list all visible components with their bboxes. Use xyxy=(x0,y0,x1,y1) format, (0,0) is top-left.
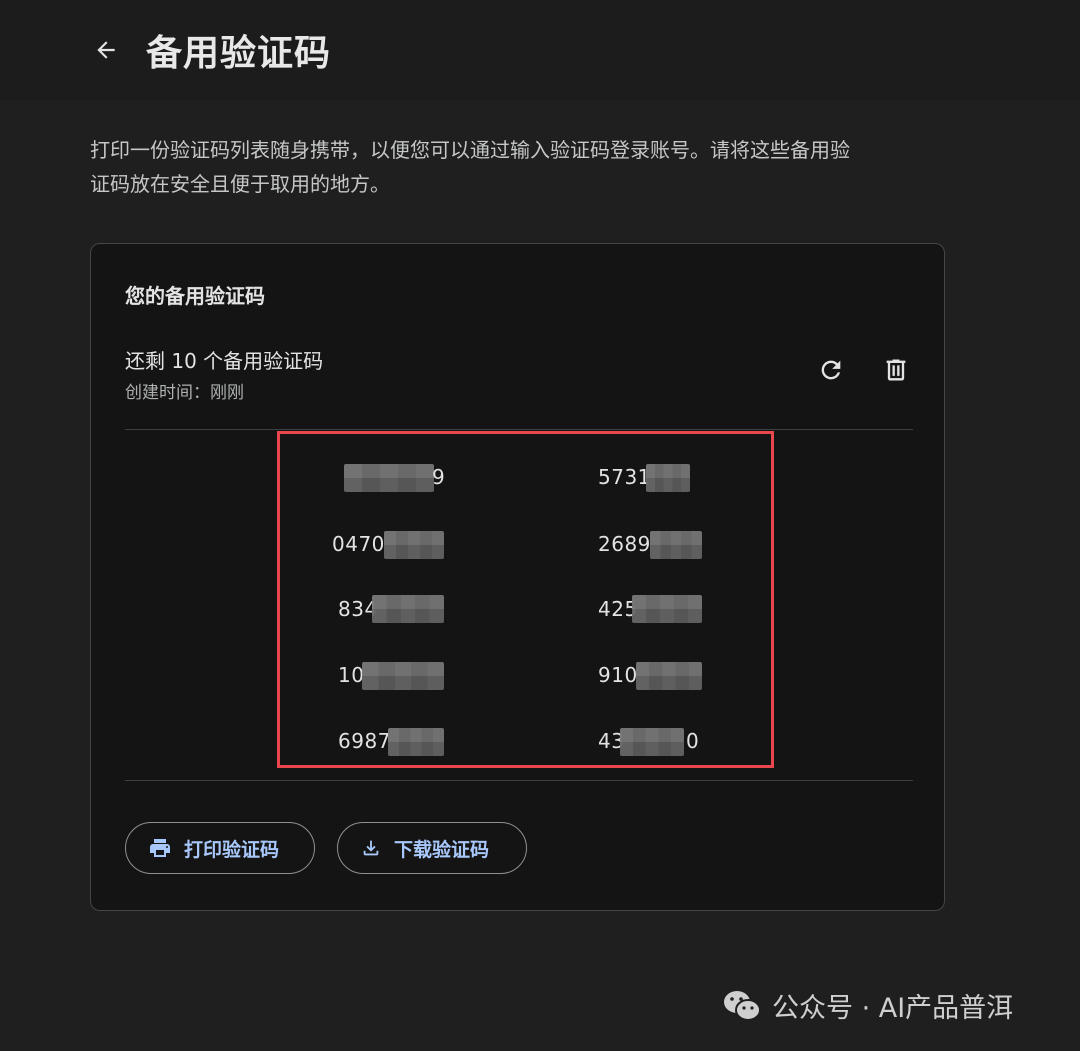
trash-icon xyxy=(886,359,906,381)
wechat-icon xyxy=(724,990,761,1021)
redacted-mosaic xyxy=(620,728,684,756)
redacted-mosaic xyxy=(372,595,444,623)
backup-code: 0470 xyxy=(332,532,385,556)
redacted-mosaic xyxy=(636,662,702,690)
backup-code-suffix: 0 xyxy=(686,729,700,753)
redacted-mosaic xyxy=(344,464,434,492)
backup-code: 910 xyxy=(598,663,638,687)
redacted-mosaic xyxy=(646,464,690,492)
card-title: 您的备用验证码 xyxy=(125,284,265,308)
print-button-label: 打印验证码 xyxy=(184,838,280,861)
backup-code: 5731 xyxy=(598,465,651,489)
download-codes-button[interactable]: 下载验证码 xyxy=(337,822,527,874)
divider-bottom xyxy=(125,780,913,781)
download-icon xyxy=(363,840,379,856)
print-codes-button[interactable]: 打印验证码 xyxy=(125,822,315,874)
divider-top xyxy=(125,429,913,430)
backup-codes-card: 您的备用验证码 还剩 10 个备用验证码 创建时间：刚刚 9 0470 834 … xyxy=(90,243,945,911)
codes-highlight-box: 9 0470 834 10 6987 5731 2689 425 910 43 … xyxy=(277,431,774,768)
watermark: 公众号 · AI产品普洱 xyxy=(722,986,1013,1025)
top-bar: 备用验证码 xyxy=(0,0,1080,100)
redacted-mosaic xyxy=(388,728,444,756)
printer-icon xyxy=(150,839,170,857)
delete-codes-button[interactable] xyxy=(876,350,916,390)
backup-code: 10 xyxy=(338,663,365,687)
download-button-label: 下载验证码 xyxy=(394,838,490,861)
refresh-codes-button[interactable] xyxy=(811,350,851,390)
redacted-mosaic xyxy=(362,662,444,690)
backup-code: 9 xyxy=(432,465,446,489)
back-button[interactable] xyxy=(86,30,126,70)
remaining-codes-count: 还剩 10 个备用验证码 xyxy=(125,349,324,373)
redacted-mosaic xyxy=(384,531,444,559)
arrow-left-icon xyxy=(97,41,115,59)
watermark-text: 公众号 · AI产品普洱 xyxy=(772,993,1014,1024)
backup-code: 6987 xyxy=(338,729,391,753)
redacted-mosaic xyxy=(632,595,702,623)
refresh-icon xyxy=(821,360,841,380)
backup-code: 2689 xyxy=(598,532,651,556)
page-title: 备用验证码 xyxy=(146,33,332,74)
page-description: 打印一份验证码列表随身携带，以便您可以通过输入验证码登录账号。请将这些备用验证码… xyxy=(90,138,850,196)
created-time: 创建时间：刚刚 xyxy=(125,383,244,403)
redacted-mosaic xyxy=(650,531,702,559)
